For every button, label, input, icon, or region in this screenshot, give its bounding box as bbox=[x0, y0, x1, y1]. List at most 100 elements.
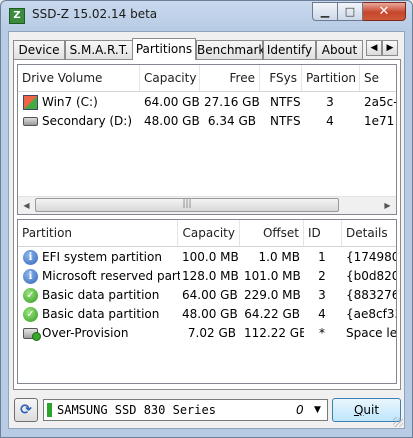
partitions-panel: Drive Volume Capacity Free FSys Partitio… bbox=[13, 59, 401, 390]
partition-capacity: 100.0 MB bbox=[182, 250, 239, 264]
partition-id: 2 bbox=[318, 269, 326, 283]
volume-free: 6.34 GB bbox=[207, 114, 256, 128]
scrollbar-thumb[interactable]: ||| bbox=[35, 198, 339, 212]
partition-name: Basic data partition bbox=[42, 288, 160, 302]
volume-free: 27.16 GB bbox=[204, 95, 260, 109]
maximize-button[interactable]: □ bbox=[338, 2, 363, 21]
partition-name: EFI system partition bbox=[42, 250, 162, 264]
col-drive-volume[interactable]: Drive Volume bbox=[18, 65, 140, 91]
window-title: SSD-Z 15.02.14 beta bbox=[32, 7, 158, 21]
col-serial[interactable]: Se bbox=[360, 65, 396, 91]
partition-details: {ae8cf336 bbox=[346, 307, 396, 321]
col-fsys[interactable]: FSys bbox=[260, 65, 302, 91]
col-id[interactable]: ID bbox=[304, 220, 342, 246]
quit-label: uit bbox=[363, 403, 380, 417]
volumes-horizontal-scrollbar[interactable]: ◀ ||| ▶ bbox=[18, 196, 396, 214]
partition-offset: 64.22 GB bbox=[244, 307, 300, 321]
ssdz-app-icon: Z bbox=[9, 8, 25, 24]
partition-name: Basic data partition bbox=[42, 307, 160, 321]
partition-id: 3 bbox=[318, 288, 326, 302]
col-capacity[interactable]: Capacity bbox=[178, 220, 240, 246]
close-button[interactable]: ✕ bbox=[363, 2, 406, 21]
resize-grip-icon[interactable] bbox=[393, 417, 403, 427]
col-partition[interactable]: Partition bbox=[18, 220, 178, 246]
partition-capacity: 48.00 GB bbox=[182, 307, 238, 321]
partition-row[interactable]: Over-Provision 7.02 GB 112.22 GB * Space… bbox=[18, 324, 396, 343]
volume-name: Secondary (D:) bbox=[42, 114, 133, 128]
partition-capacity: 7.02 GB bbox=[187, 326, 236, 340]
volume-row[interactable]: Win7 (C:) 64.00 GB 27.16 GB NTFS 3 2a5c- bbox=[18, 93, 396, 112]
partition-details: {1749808 bbox=[346, 250, 396, 264]
scroll-left-arrow-icon[interactable]: ◀ bbox=[18, 197, 35, 214]
partition-name: Microsoft reserved parti... bbox=[42, 269, 180, 283]
partition-offset: 1.0 MB bbox=[258, 250, 300, 264]
volume-partition: 3 bbox=[326, 95, 334, 109]
partition-row[interactable]: i EFI system partition 100.0 MB 1.0 MB 1… bbox=[18, 248, 396, 267]
volume-capacity: 48.00 GB bbox=[144, 114, 200, 128]
tab-scroll-right-button[interactable]: ▶ bbox=[382, 40, 398, 56]
quit-button[interactable]: Quit bbox=[332, 398, 401, 422]
tab-device[interactable]: Device bbox=[13, 40, 65, 59]
partition-row[interactable]: i Microsoft reserved parti... 128.0 MB 1… bbox=[18, 267, 396, 286]
partition-capacity: 64.00 GB bbox=[182, 288, 238, 302]
partition-id: 4 bbox=[318, 307, 326, 321]
partition-capacity: 128.0 MB bbox=[182, 269, 239, 283]
minimize-button[interactable]: ▁ bbox=[312, 2, 338, 21]
drive-status-indicator bbox=[47, 403, 52, 417]
partition-offset: 112.22 GB bbox=[244, 326, 304, 340]
chevron-down-icon[interactable]: ▼ bbox=[314, 400, 321, 420]
info-icon: i bbox=[23, 250, 38, 265]
volume-serial: 2a5c- bbox=[364, 95, 397, 109]
scroll-right-arrow-icon[interactable]: ▶ bbox=[379, 197, 396, 214]
check-icon: ✓ bbox=[23, 307, 38, 322]
partition-details: Space lef bbox=[346, 326, 397, 340]
partition-details: {8832761 bbox=[346, 288, 396, 302]
col-partition[interactable]: Partition bbox=[302, 65, 360, 91]
refresh-button[interactable]: ⟳ bbox=[14, 398, 38, 422]
volume-capacity: 64.00 GB bbox=[144, 95, 200, 109]
title-bar[interactable]: Z SSD-Z 15.02.14 beta ▁ □ ✕ bbox=[1, 1, 412, 31]
col-free[interactable]: Free bbox=[200, 65, 260, 91]
drive-index: 0 bbox=[296, 403, 304, 417]
bottom-bar: ⟳ SAMSUNG SSD 830 Series 0 ▼ Quit bbox=[9, 396, 404, 426]
partition-id: 1 bbox=[318, 250, 326, 264]
partition-name: Over-Provision bbox=[42, 326, 129, 340]
drive-name: SAMSUNG SSD 830 Series bbox=[57, 403, 216, 417]
tab-about[interactable]: About bbox=[316, 40, 363, 59]
col-details[interactable]: Details bbox=[342, 220, 396, 246]
window-controls: ▁ □ ✕ bbox=[312, 2, 406, 21]
over-provision-icon bbox=[23, 328, 41, 341]
volumes-list[interactable]: Drive Volume Capacity Free FSys Partitio… bbox=[17, 64, 397, 215]
main-window: Z SSD-Z 15.02.14 beta ▁ □ ✕ Device S.M.A… bbox=[0, 0, 413, 438]
tab-smart[interactable]: S.M.A.R.T. bbox=[65, 40, 133, 59]
partition-row[interactable]: ✓ Basic data partition 48.00 GB 64.22 GB… bbox=[18, 305, 396, 324]
info-icon: i bbox=[23, 269, 38, 284]
hard-drive-icon bbox=[23, 117, 38, 126]
volume-fsys: NTFS bbox=[270, 95, 301, 109]
partition-row[interactable]: ✓ Basic data partition 64.00 GB 229.0 MB… bbox=[18, 286, 396, 305]
volume-serial: 1e71 bbox=[364, 114, 395, 128]
volume-fsys: NTFS bbox=[270, 114, 301, 128]
tab-partitions[interactable]: Partitions bbox=[132, 38, 196, 60]
partition-offset: 101.0 MB bbox=[244, 269, 301, 283]
quit-accelerator: Q bbox=[353, 403, 364, 417]
volume-row[interactable]: Secondary (D:) 48.00 GB 6.34 GB NTFS 4 1… bbox=[18, 112, 396, 131]
tab-scroll-left-button[interactable]: ◀ bbox=[366, 40, 382, 56]
client-area: Device S.M.A.R.T. Partitions Benchmark I… bbox=[8, 31, 405, 429]
volume-partition: 4 bbox=[326, 114, 334, 128]
check-icon: ✓ bbox=[23, 288, 38, 303]
drive-select-dropdown[interactable]: SAMSUNG SSD 830 Series 0 ▼ bbox=[43, 399, 328, 421]
partitions-header: Partition Capacity Offset ID Details bbox=[18, 220, 396, 247]
tab-benchmark[interactable]: Benchmark bbox=[196, 40, 265, 59]
partition-id: * bbox=[319, 326, 325, 340]
volume-name: Win7 (C:) bbox=[42, 95, 98, 109]
partition-offset: 229.0 MB bbox=[244, 288, 301, 302]
tab-scroll-arrows: ◀ ▶ bbox=[366, 40, 398, 56]
windows-drive-icon bbox=[23, 95, 38, 110]
tab-identify[interactable]: Identify bbox=[263, 40, 316, 59]
col-offset[interactable]: Offset bbox=[240, 220, 304, 246]
partitions-list[interactable]: Partition Capacity Offset ID Details i E… bbox=[17, 219, 397, 384]
col-capacity[interactable]: Capacity bbox=[140, 65, 200, 91]
partition-details: {b0d8201 bbox=[346, 269, 396, 283]
volumes-header: Drive Volume Capacity Free FSys Partitio… bbox=[18, 65, 396, 92]
